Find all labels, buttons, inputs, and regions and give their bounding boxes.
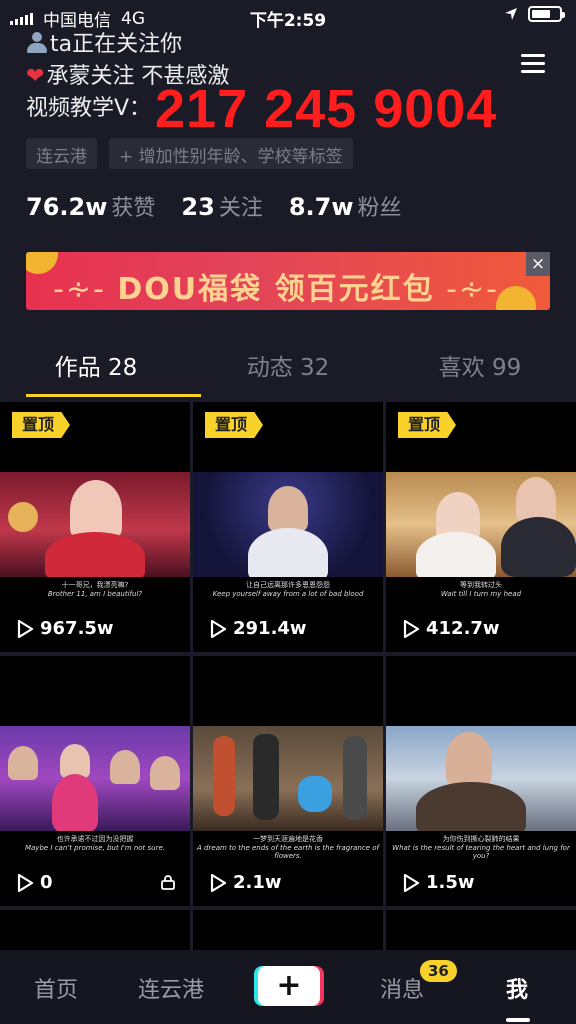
play-icon <box>17 873 34 892</box>
banner-close-button[interactable]: × <box>526 252 550 276</box>
view-count: 291.4w <box>209 618 307 639</box>
view-count: 967.5w <box>16 618 114 639</box>
add-tags-button[interactable]: + 增加性别年龄、学校等标签 <box>109 138 353 169</box>
video-card[interactable] <box>0 910 190 950</box>
stat-likes[interactable]: 76.2w 获赞 <box>26 190 155 222</box>
tag-location[interactable]: 连云港 <box>26 138 97 169</box>
subtitle-cn: 一梦到天涯遍地是花香 <box>253 835 323 843</box>
subtitle-cn: 十一哥兄，我漂亮嘛? <box>61 581 129 589</box>
subtitle-cn: 让自己远离那许多恩恩怨怨 <box>246 581 330 589</box>
active-nav-indicator <box>506 1018 530 1022</box>
video-thumbnail <box>386 726 576 831</box>
create-video-button[interactable]: + <box>258 966 320 1006</box>
view-count: 1.5w <box>402 872 475 893</box>
subtitle-en: Wait till I turn my head <box>440 590 522 598</box>
video-thumbnail <box>193 472 383 577</box>
video-card[interactable]: 置顶 等到我转过头 Wait till I turn my head 412.7… <box>386 402 576 652</box>
subtitle-cn: 为你伤到撕心裂肺的结果 <box>442 835 520 843</box>
pinned-badge: 置顶 <box>12 412 71 438</box>
play-icon <box>403 873 420 892</box>
view-count: 0 <box>16 872 53 893</box>
video-card[interactable]: 置顶 让自己远离那许多恩恩怨怨 Keep yourself away from … <box>193 402 383 652</box>
video-card[interactable]: 一梦到天涯遍地是花香 A dream to the ends of the ea… <box>193 656 383 906</box>
subtitle-en: Brother 11, am I beautiful? <box>47 590 143 598</box>
video-thumbnail <box>0 726 190 831</box>
video-card[interactable]: 置顶 十一哥兄，我漂亮嘛? Brother 11, am I beautiful… <box>0 402 190 652</box>
video-thumbnail <box>0 472 190 577</box>
location-arrow-icon <box>505 8 517 20</box>
subtitle-en: Maybe I can't promise, but I'm not sure. <box>24 844 166 852</box>
bottom-nav: 首页 连云港 + 消息 36 我 <box>0 950 576 1024</box>
profile-stats: 76.2w 获赞 23 关注 8.7w 粉丝 <box>26 190 402 222</box>
play-icon <box>210 873 227 892</box>
nav-me[interactable]: 我 <box>506 972 528 1004</box>
profile-tabs: 作品 28 动态 32 喜欢 99 <box>0 348 576 394</box>
subtitle-cn: 等到我转过头 <box>460 581 502 589</box>
active-tab-indicator <box>26 394 201 397</box>
nav-city[interactable]: 连云港 <box>138 972 204 1004</box>
subtitle-en: A dream to the ends of the earth is the … <box>197 844 379 860</box>
heart-icon: ❤ <box>26 64 45 89</box>
bio-line-following: ta正在关注你 <box>26 26 182 58</box>
banner-text: DOU福袋 领百元红包 <box>117 272 435 307</box>
messages-badge: 36 <box>420 960 457 982</box>
stat-following[interactable]: 23 关注 <box>181 190 262 222</box>
menu-icon[interactable] <box>521 54 545 74</box>
pinned-badge: 置顶 <box>205 412 264 438</box>
profile-tags: 连云港 + 增加性别年龄、学校等标签 <box>26 138 353 169</box>
battery-icon <box>528 6 565 22</box>
promo-banner[interactable]: -∻- DOU福袋 领百元红包 -∻- <box>26 252 550 310</box>
lock-icon <box>161 875 175 890</box>
view-count: 412.7w <box>402 618 500 639</box>
video-card[interactable]: 为你伤到撕心裂肺的结果 What is the result of tearin… <box>386 656 576 906</box>
subtitle-cn: 也许承诺不过因为没把握 <box>56 835 134 843</box>
video-card[interactable] <box>193 910 383 950</box>
video-card[interactable]: 也许承诺不过因为没把握 Maybe I can't promise, but I… <box>0 656 190 906</box>
view-count: 2.1w <box>209 872 282 893</box>
stat-followers[interactable]: 8.7w 粉丝 <box>289 190 402 222</box>
video-thumbnail <box>386 472 576 577</box>
pinned-badge: 置顶 <box>398 412 457 438</box>
video-thumbnail <box>193 726 383 831</box>
play-icon <box>403 619 420 638</box>
video-card[interactable] <box>386 910 576 950</box>
person-icon <box>26 32 48 54</box>
subtitle-en: Keep yourself away from a lot of bad blo… <box>212 590 364 598</box>
nav-home[interactable]: 首页 <box>34 972 78 1004</box>
play-icon <box>17 619 34 638</box>
phone-number-overlay: 217 245 9004 <box>155 79 498 139</box>
tab-activity[interactable]: 动态 32 <box>192 348 384 394</box>
subtitle-en: What is the result of tearing the heart … <box>392 844 570 860</box>
tab-works[interactable]: 作品 28 <box>0 348 192 394</box>
play-icon <box>210 619 227 638</box>
tab-likes[interactable]: 喜欢 99 <box>384 348 576 394</box>
nav-messages[interactable]: 消息 <box>380 972 424 1004</box>
bio-line-contact: 视频教学V： <box>26 96 152 121</box>
